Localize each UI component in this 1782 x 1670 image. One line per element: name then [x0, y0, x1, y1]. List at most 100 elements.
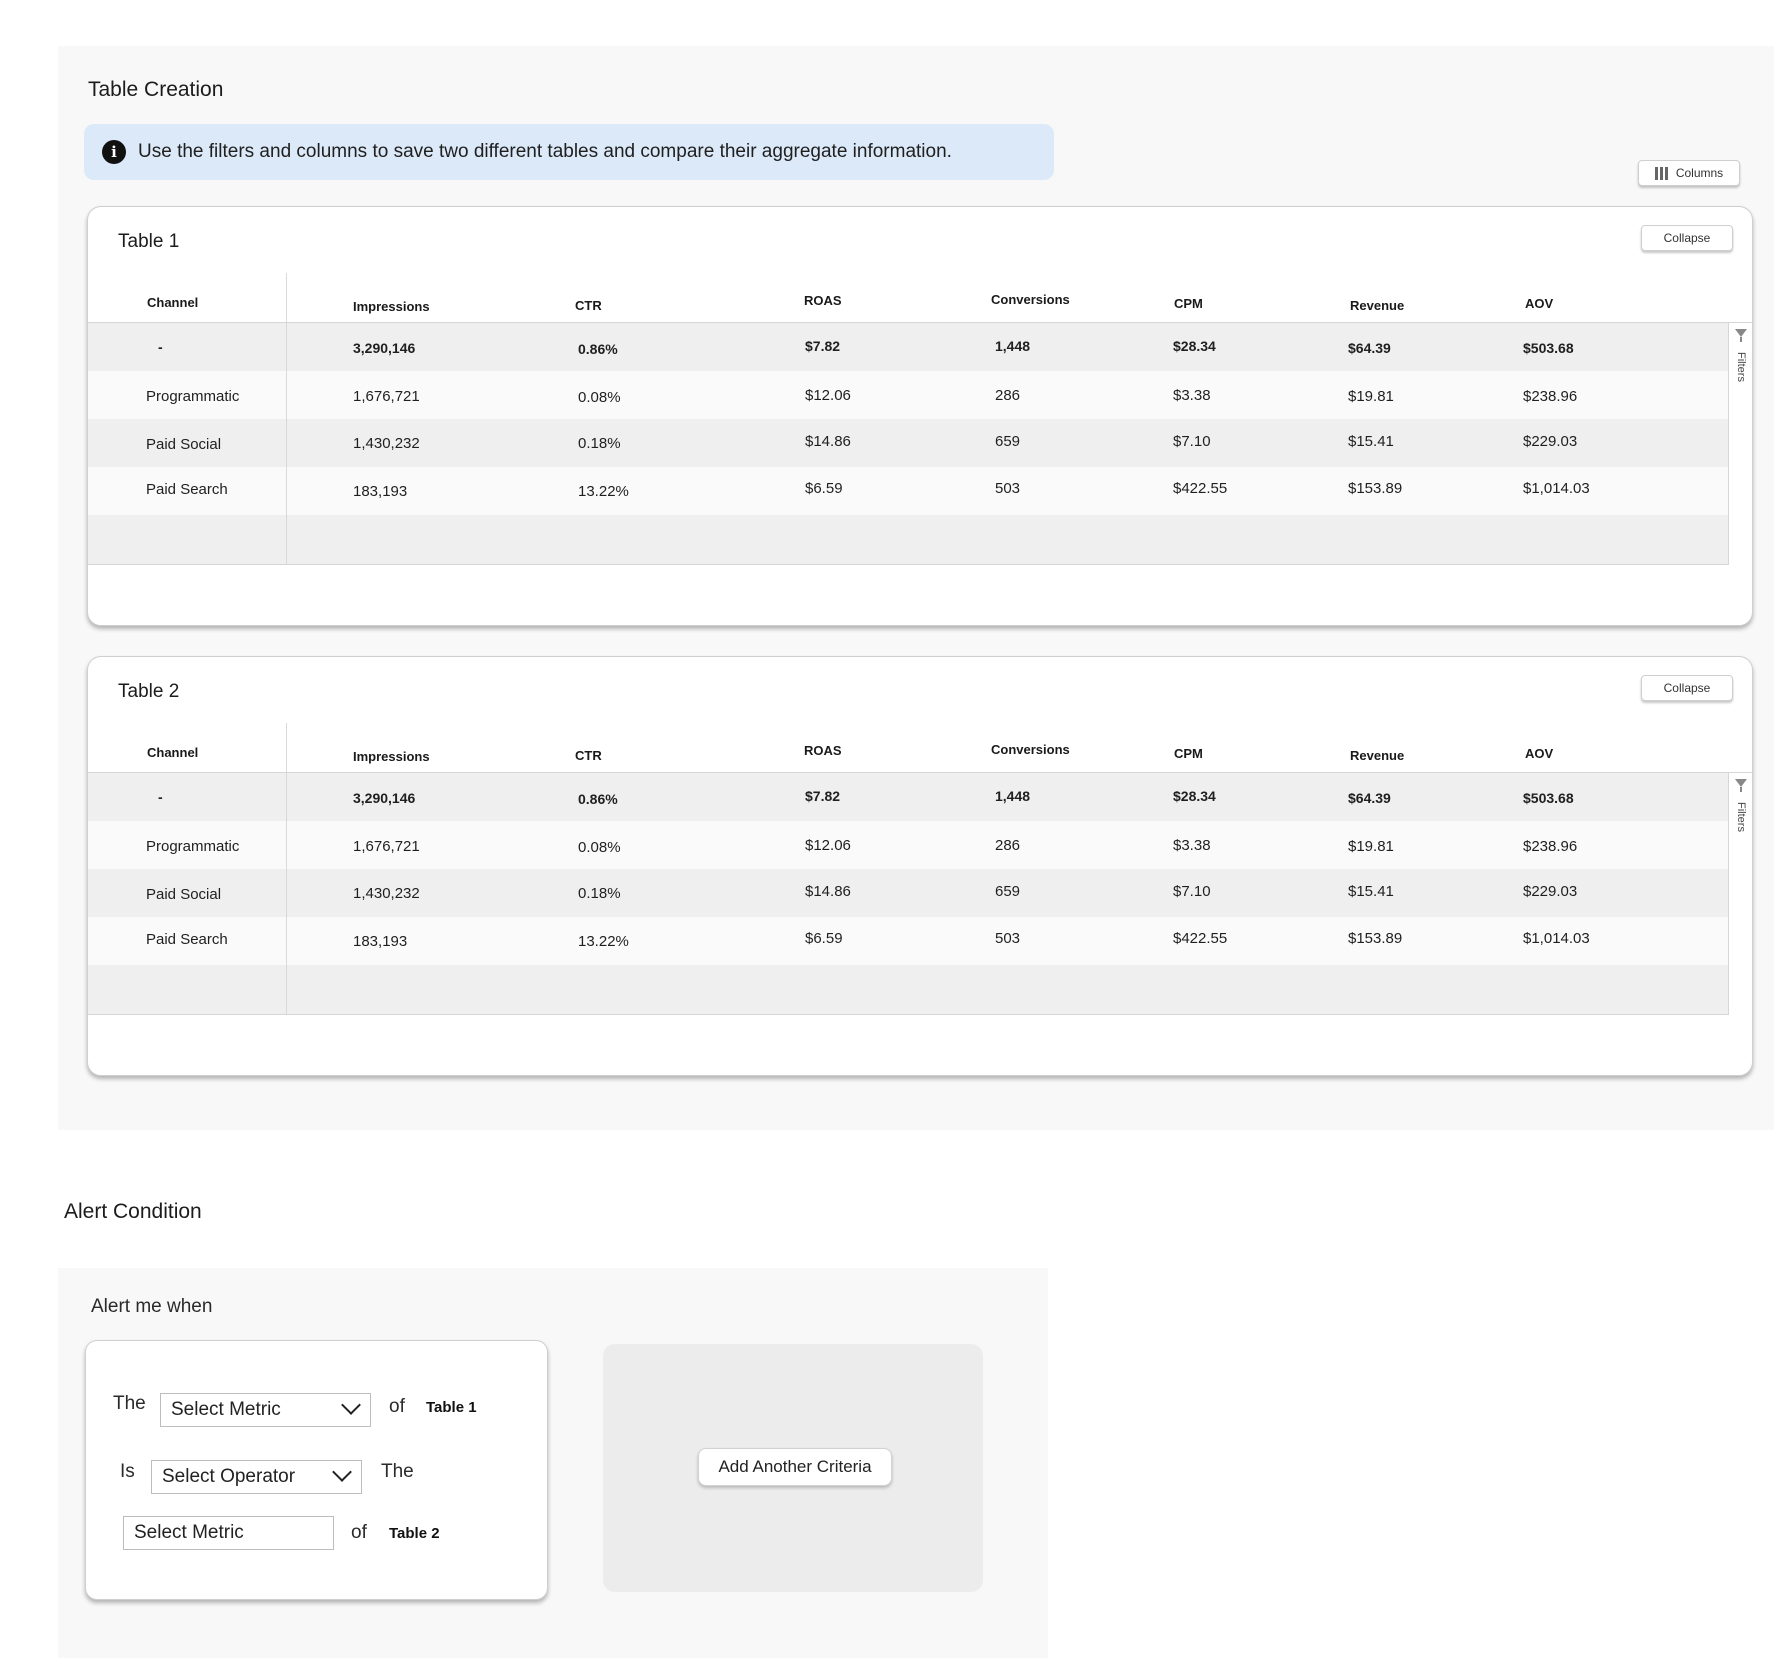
- column-header-roas[interactable]: ROAS: [804, 743, 842, 758]
- table-cell: $28.34: [1173, 788, 1216, 804]
- table-cell: $1,014.03: [1523, 480, 1590, 497]
- metric-select-2[interactable]: Select Metric: [123, 1516, 334, 1550]
- table-row[interactable]: Paid Social 1,430,232 0.18% $14.86 659 $7.10 $…: [88, 869, 1728, 917]
- table-header-row: Channel Impressions CTR ROAS Conversions CPM R…: [88, 723, 1754, 773]
- table-cell: $238.96: [1523, 838, 1578, 855]
- criteria-card: The Select Metric of Table 1 Is Select O…: [85, 1340, 548, 1600]
- table-cell: $64.39: [1348, 790, 1391, 806]
- empty-row: [88, 515, 1728, 564]
- table-cell: Paid Social: [146, 436, 222, 453]
- table-cell: $1,014.03: [1523, 930, 1590, 947]
- word-the-2: The: [381, 1461, 414, 1482]
- column-header-channel[interactable]: Channel: [147, 295, 198, 310]
- filter-icon: [1735, 779, 1747, 787]
- table-row[interactable]: Programmatic 1,676,721 0.08% $12.06 286 $3.38…: [88, 371, 1728, 419]
- collapse-button[interactable]: Collapse: [1641, 225, 1733, 251]
- column-header-ctr[interactable]: CTR: [575, 298, 602, 313]
- table-cell: 183,193: [353, 483, 408, 500]
- alert-lead-text: Alert me when: [91, 1296, 213, 1317]
- table-cell: 13.22%: [578, 933, 629, 950]
- table-cell: 659: [995, 883, 1021, 900]
- table-cell: 286: [995, 837, 1021, 854]
- table-row[interactable]: Paid Social 1,430,232 0.18% $14.86 659 $7.10 $…: [88, 419, 1728, 467]
- column-header-impressions[interactable]: Impressions: [353, 749, 430, 764]
- table-cell: 503: [995, 930, 1021, 947]
- table-cell: $7.10: [1173, 883, 1211, 900]
- table-cell: 183,193: [353, 933, 408, 950]
- table-cell: $7.10: [1173, 433, 1211, 450]
- operator-select[interactable]: Select Operator: [151, 1460, 362, 1494]
- metric-select-1-value: Select Metric: [171, 1399, 281, 1420]
- table-cell: $14.86: [805, 433, 851, 450]
- collapse-button[interactable]: Collapse: [1641, 675, 1733, 701]
- info-icon: i: [102, 140, 126, 164]
- table-row-total[interactable]: - 3,290,146 0.86% $7.82 1,448 $28.34 $64.39 $50…: [88, 773, 1728, 821]
- filters-label: Filters: [1735, 352, 1747, 382]
- columns-button[interactable]: Columns: [1638, 160, 1740, 186]
- table-cell: 1,430,232: [353, 435, 420, 452]
- table-row[interactable]: Paid Search 183,193 13.22% $6.59 503 $422.55 $…: [88, 917, 1728, 965]
- table-cell: $7.82: [805, 788, 841, 804]
- table-cell: 13.22%: [578, 483, 629, 500]
- alert-panel: Alert me when The Select Metric of Table…: [58, 1268, 1048, 1658]
- table-cell: $14.86: [805, 883, 851, 900]
- column-header-cpm[interactable]: CPM: [1174, 296, 1203, 311]
- table1-reference: Table 1: [426, 1399, 477, 1416]
- table-cell: $503.68: [1523, 340, 1574, 356]
- column-header-conversions[interactable]: Conversions: [991, 742, 1070, 757]
- grid-bottom-border: [88, 564, 1728, 565]
- section-title-table-creation: Table Creation: [88, 78, 224, 101]
- table-cell: 0.86%: [578, 791, 618, 807]
- grid-right-border: [1728, 323, 1729, 565]
- table-cell: $229.03: [1523, 883, 1578, 900]
- column-header-impressions[interactable]: Impressions: [353, 299, 430, 314]
- table-cell: 1,448: [995, 338, 1031, 354]
- table-cell: Paid Social: [146, 886, 222, 903]
- metric-select-1[interactable]: Select Metric: [160, 1393, 371, 1427]
- data-grid: Channel Impressions CTR ROAS Conversions CPM R…: [88, 273, 1754, 565]
- table-cell: -: [158, 789, 163, 805]
- table-cell: $3.38: [1173, 387, 1211, 404]
- table-cell: $15.41: [1348, 883, 1394, 900]
- filters-label: Filters: [1735, 802, 1747, 832]
- column-header-channel[interactable]: Channel: [147, 745, 198, 760]
- word-is: Is: [120, 1461, 135, 1482]
- table-cell: 0.08%: [578, 389, 621, 406]
- table-cell: $7.82: [805, 338, 841, 354]
- table-card-2: Table 2 Collapse Channel Impressions CTR ROAS…: [87, 656, 1754, 1076]
- add-another-criteria-button[interactable]: Add Another Criteria: [698, 1448, 892, 1486]
- table-row-total[interactable]: - 3,290,146 0.86% $7.82 1,448 $28.34 $64.39 $50…: [88, 323, 1728, 371]
- column-header-cpm[interactable]: CPM: [1174, 746, 1203, 761]
- table-cell: Paid Search: [146, 481, 228, 498]
- columns-icon: [1654, 166, 1668, 180]
- filters-panel-toggle[interactable]: Filters: [1730, 325, 1752, 395]
- table-cell: 0.18%: [578, 885, 621, 902]
- table-cell: Paid Search: [146, 931, 228, 948]
- section-title-alert-condition: Alert Condition: [64, 1200, 202, 1223]
- table-cell: $19.81: [1348, 388, 1394, 405]
- column-header-conversions[interactable]: Conversions: [991, 292, 1070, 307]
- info-banner: i Use the filters and columns to save tw…: [84, 124, 1054, 180]
- column-header-ctr[interactable]: CTR: [575, 748, 602, 763]
- table-cell: $153.89: [1348, 930, 1403, 947]
- word-of: of: [389, 1396, 405, 1417]
- table-cell: 503: [995, 480, 1021, 497]
- table-cell: $12.06: [805, 387, 851, 404]
- table-row[interactable]: Programmatic 1,676,721 0.08% $12.06 286 $3.38…: [88, 821, 1728, 869]
- filter-icon: [1735, 329, 1747, 337]
- table-cell: 286: [995, 387, 1021, 404]
- table-cell: $6.59: [805, 930, 843, 947]
- table-cell: $3.38: [1173, 837, 1211, 854]
- column-header-roas[interactable]: ROAS: [804, 293, 842, 308]
- table-title: Table 2: [118, 681, 180, 702]
- filters-panel-toggle[interactable]: Filters: [1730, 775, 1752, 845]
- column-header-revenue[interactable]: Revenue: [1350, 748, 1404, 763]
- table-cell: Programmatic: [146, 388, 240, 405]
- table-cell: 3,290,146: [353, 790, 416, 806]
- table-cell: $153.89: [1348, 480, 1403, 497]
- column-header-revenue[interactable]: Revenue: [1350, 298, 1404, 313]
- column-divider: [286, 723, 287, 1015]
- column-header-aov[interactable]: AOV: [1525, 296, 1553, 311]
- column-header-aov[interactable]: AOV: [1525, 746, 1553, 761]
- table-row[interactable]: Paid Search 183,193 13.22% $6.59 503 $422.55 $…: [88, 467, 1728, 515]
